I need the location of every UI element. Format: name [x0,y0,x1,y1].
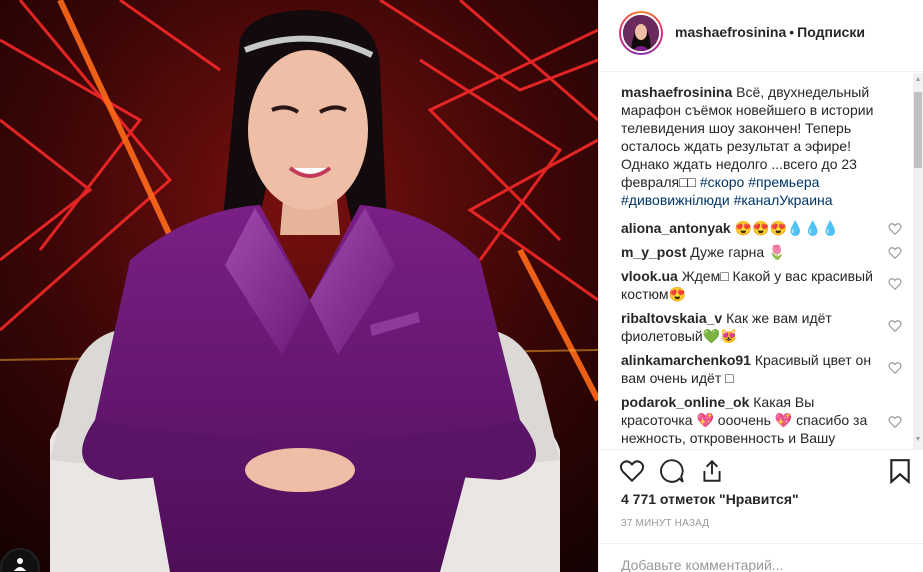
add-comment-section [599,543,923,572]
hashtag[interactable]: #премьера [748,174,819,190]
comment-username[interactable]: aliona_antonyak [621,220,731,236]
comment-text: 😍😍😍💧💧💧 [734,220,840,236]
small-heart-icon[interactable] [888,319,902,333]
comments-list[interactable]: mashaefrosinina Всё, двухнедельный мараф… [599,73,923,449]
hashtag[interactable]: #каналУкраина [734,192,833,208]
comment-item: vlook.ua Ждем□ Какой у вас красивый кост… [621,267,902,303]
scroll-up-arrow-icon[interactable]: ▲ [914,76,922,84]
person-icon [14,558,26,571]
photo-illustration [0,0,598,572]
bookmark-icon[interactable] [887,458,913,484]
heart-icon[interactable] [619,458,645,484]
comment-item: ribaltovskaia_v Как же вам идёт фиолетов… [621,309,902,345]
avatar-image [623,15,659,51]
comment-username[interactable]: vlook.ua [621,268,678,284]
header-username[interactable]: mashaefrosinina [675,24,786,40]
small-heart-icon[interactable] [888,415,902,429]
follow-button[interactable]: Подписки [797,24,865,40]
comment-text: Дуже гарна 🌷 [690,244,786,260]
post-caption: mashaefrosinina Всё, двухнедельный мараф… [621,83,902,209]
comment-username[interactable]: ribaltovskaia_v [621,310,722,326]
scrollbar-thumb[interactable] [914,92,922,168]
small-heart-icon[interactable] [888,222,902,236]
comment-input[interactable] [621,557,901,572]
comment-username[interactable]: podarok_online_ok [621,394,749,410]
caption-glyphs: □□ [679,174,696,190]
scroll-down-arrow-icon[interactable]: ▼ [914,436,922,444]
comment-icon[interactable] [659,458,685,484]
small-heart-icon[interactable] [888,277,902,291]
small-heart-icon[interactable] [888,361,902,375]
comment-username[interactable]: alinkamarchenko91 [621,352,751,368]
share-icon[interactable] [699,458,725,484]
comment-item: m_y_post Дуже гарна 🌷 [621,243,902,261]
story-ring[interactable] [619,11,663,55]
post-photo[interactable] [0,0,598,572]
header-separator: • [789,24,795,40]
post-actions: 4 771 отметок "Нравится" 37 МИНУТ НАЗАД [599,449,923,545]
small-heart-icon[interactable] [888,246,902,260]
comment-item: alinkamarchenko91 Красивый цвет он вам о… [621,351,902,387]
likes-count[interactable]: 4 771 отметок "Нравится" [621,491,799,507]
caption-username[interactable]: mashaefrosinina [621,84,732,100]
comment-item: podarok_online_ok Какая Вы красоточка 💖 … [621,393,902,447]
comment-username[interactable]: m_y_post [621,244,686,260]
comment-item: aliona_antonyak 😍😍😍💧💧💧 [621,219,902,237]
post-side-panel: mashaefrosinina • Подписки mashaefrosinina… [598,0,923,572]
post-timestamp[interactable]: 37 МИНУТ НАЗАД [621,518,709,529]
post-header: mashaefrosinina • Подписки [599,0,923,72]
header-text: mashaefrosinina • Подписки [675,24,865,40]
hashtag[interactable]: #скоро [700,174,744,190]
avatar[interactable] [621,13,661,53]
hashtag[interactable]: #дивовижнілюди [621,192,730,208]
